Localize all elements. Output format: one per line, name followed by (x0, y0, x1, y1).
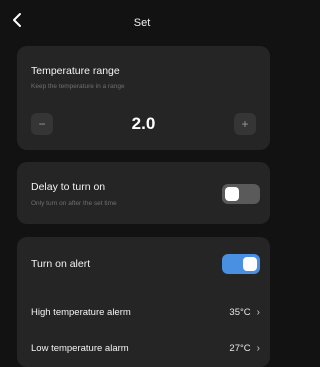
low-temperature-label: Low temperature alarm (31, 343, 129, 354)
chevron-right-icon: › (256, 307, 260, 318)
low-temperature-value: 27°C (229, 343, 251, 354)
alert-label: Turn on alert (31, 258, 91, 270)
toggle-knob (225, 187, 239, 201)
high-temperature-value: 35°C (229, 307, 251, 318)
decrement-button[interactable]: − (31, 113, 53, 135)
header: Set (0, 0, 284, 44)
increment-button[interactable]: + (234, 113, 256, 135)
high-temperature-label: High temperature alerm (31, 307, 131, 318)
alert-toggle[interactable] (222, 254, 260, 274)
temperature-range-description: Keep the temperature in a range (31, 83, 125, 90)
delay-card: Delay to turn on Only turn on after the … (17, 162, 270, 224)
delay-label: Delay to turn on (31, 181, 106, 193)
chevron-right-icon: › (256, 343, 260, 354)
temperature-range-value: 2.0 (131, 114, 156, 133)
alert-card: Turn on alert High temperature alerm 35°… (17, 237, 270, 367)
toggle-knob (243, 257, 257, 271)
temperature-range-label: Temperature range (31, 65, 120, 77)
temperature-range-card: Temperature range Keep the temperature i… (17, 46, 270, 150)
page-title: Set (133, 17, 151, 29)
delay-toggle[interactable] (222, 184, 260, 204)
delay-description: Only turn on after the set time (31, 200, 117, 207)
